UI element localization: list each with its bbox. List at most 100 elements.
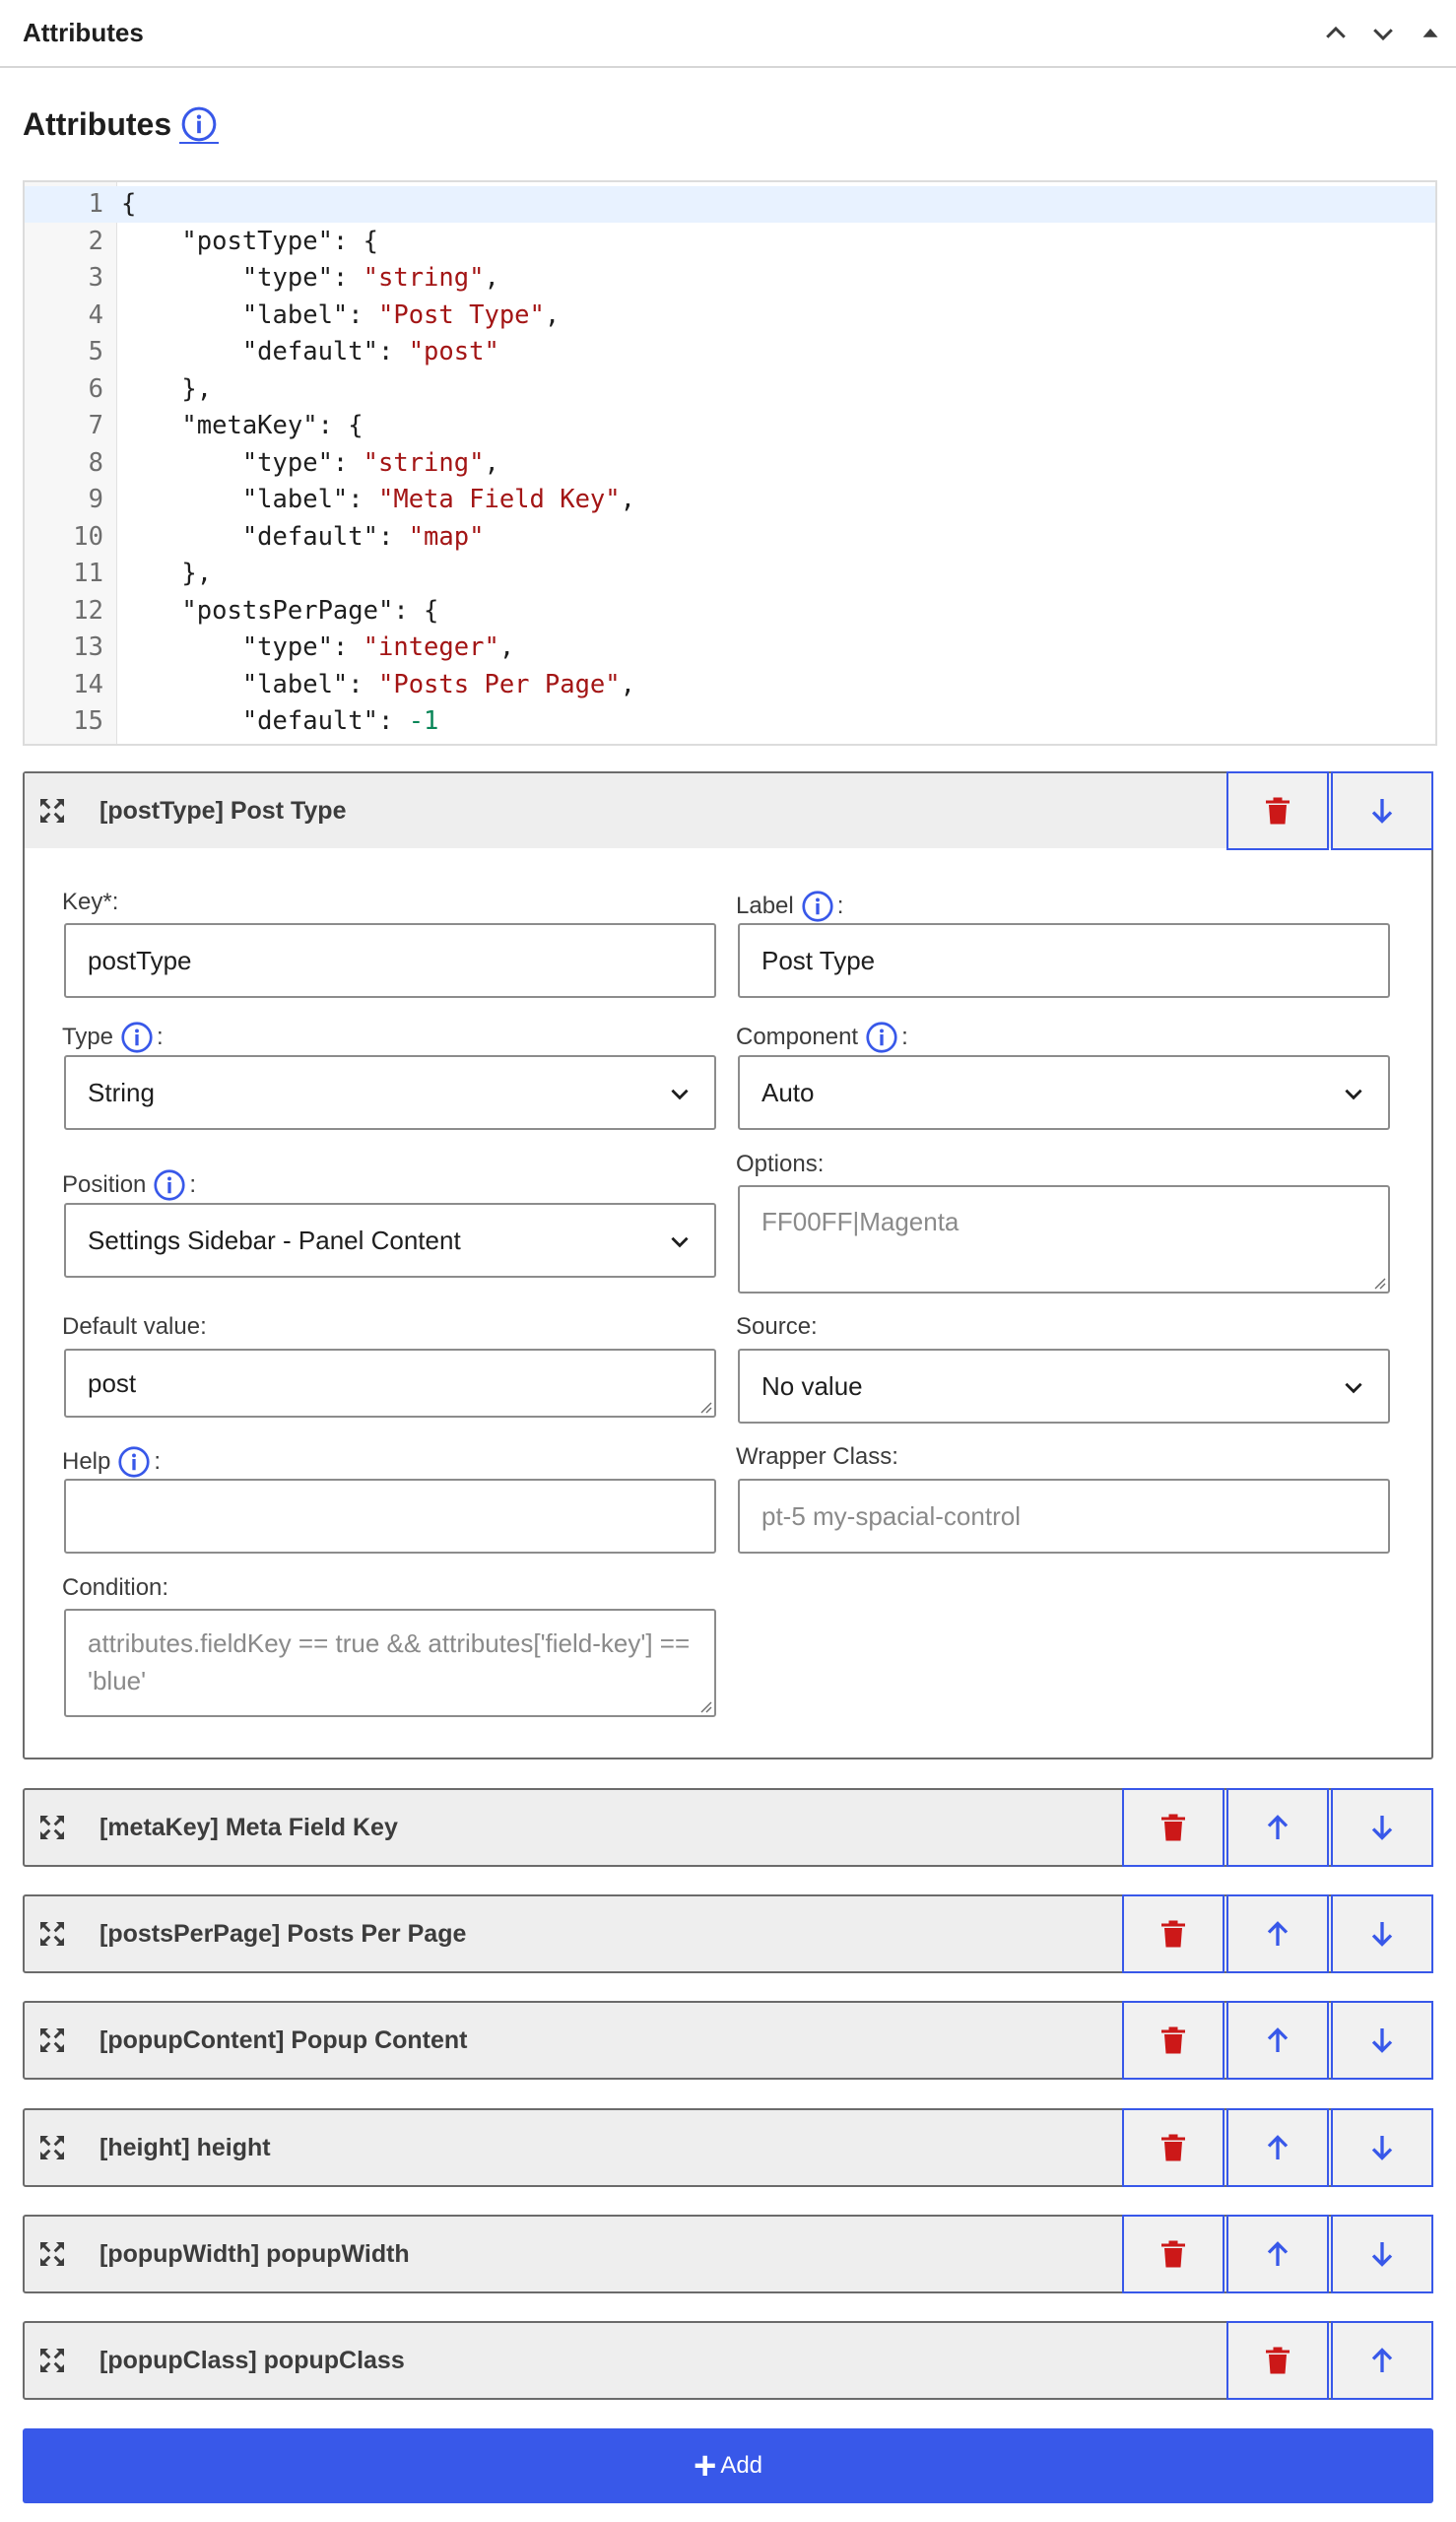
wrapper-class-input[interactable]: pt-5 my-spacial-control xyxy=(738,1479,1390,1554)
trash-icon xyxy=(1161,1920,1185,1948)
default-value-textarea[interactable]: post xyxy=(64,1349,716,1418)
arrow-down-icon xyxy=(1371,2136,1393,2160)
move-up-button[interactable] xyxy=(1226,2215,1329,2293)
key-label: Key*: xyxy=(62,889,119,915)
move-down-button[interactable] xyxy=(1331,2108,1433,2187)
key-input[interactable]: postType xyxy=(64,923,716,998)
label-input[interactable]: Post Type xyxy=(738,923,1390,998)
move-up-button[interactable] xyxy=(1226,2108,1329,2187)
resize-grip-icon[interactable] xyxy=(695,1695,712,1713)
trash-icon xyxy=(1266,797,1290,825)
trash-icon xyxy=(1161,1814,1185,1841)
chevron-down-icon xyxy=(671,1089,689,1100)
attribute-row[interactable]: [popupWidth] popupWidth xyxy=(23,2215,1433,2293)
code-text: "default": "map" xyxy=(121,521,485,552)
move-down-button[interactable] xyxy=(1331,771,1433,850)
line-number: 12 xyxy=(73,595,103,626)
arrow-up-icon xyxy=(1267,1921,1289,1946)
chevron-down-icon xyxy=(1373,29,1393,41)
attribute-row[interactable]: [popupContent] Popup Content xyxy=(23,2001,1433,2080)
line-number: 8 xyxy=(88,447,103,478)
code-line: 4 "label": "Post Type", xyxy=(25,298,1435,334)
drag-icon[interactable] xyxy=(36,2238,68,2270)
code-line: 12 "postsPerPage": { xyxy=(25,593,1435,630)
attribute-title: [popupClass] popupClass xyxy=(99,2347,405,2374)
attribute-panel-posttype: [postType] Post Type Key*: postType Labe… xyxy=(23,771,1433,1759)
code-line: 3 "type": "string", xyxy=(25,260,1435,297)
source-label: Source: xyxy=(736,1313,818,1340)
move-down-button[interactable] xyxy=(1331,2001,1433,2080)
drag-icon[interactable] xyxy=(36,1812,68,1843)
attribute-title: [postsPerPage] Posts Per Page xyxy=(99,1920,467,1948)
arrow-down-icon xyxy=(1371,1816,1393,1840)
add-button-label: Add xyxy=(720,2452,763,2479)
delete-button[interactable] xyxy=(1122,2108,1224,2187)
resize-grip-icon[interactable] xyxy=(695,1396,712,1414)
info-icon[interactable] xyxy=(864,1020,899,1055)
code-text: "metaKey": { xyxy=(121,411,364,440)
info-icon[interactable] xyxy=(179,104,220,144)
info-icon[interactable] xyxy=(116,1444,152,1480)
arrow-down-icon xyxy=(1371,799,1393,824)
move-up-button[interactable] xyxy=(1331,2321,1433,2400)
plus-icon: + xyxy=(693,2444,717,2488)
chevron-down-icon xyxy=(1345,1382,1362,1394)
code-text: "label": "Post Type", xyxy=(121,299,561,330)
code-text: "default": "post" xyxy=(121,337,499,366)
move-up-button[interactable] xyxy=(1318,16,1354,51)
info-icon[interactable] xyxy=(119,1020,155,1055)
attribute-row[interactable]: [popupClass] popupClass xyxy=(23,2321,1433,2400)
position-select[interactable]: Settings Sidebar - Panel Content xyxy=(64,1203,716,1278)
move-down-button[interactable] xyxy=(1331,1788,1433,1867)
toggle-panel-button[interactable] xyxy=(1413,16,1448,51)
attribute-title: [postType] Post Type xyxy=(99,797,347,825)
component-select[interactable]: Auto xyxy=(738,1055,1390,1130)
condition-label: Condition: xyxy=(62,1574,169,1601)
delete-button[interactable] xyxy=(1226,2321,1329,2400)
options-textarea[interactable]: FF00FF|Magenta xyxy=(738,1185,1390,1294)
delete-button[interactable] xyxy=(1122,2001,1224,2080)
add-attribute-button[interactable]: + Add xyxy=(23,2428,1433,2503)
delete-button[interactable] xyxy=(1226,771,1329,850)
type-select[interactable]: String xyxy=(64,1055,716,1130)
resize-grip-icon[interactable] xyxy=(1368,1272,1386,1290)
drag-icon[interactable] xyxy=(36,2024,68,2056)
source-select[interactable]: No value xyxy=(738,1349,1390,1424)
move-down-button[interactable] xyxy=(1365,16,1401,51)
attribute-row[interactable]: [height] height xyxy=(23,2108,1433,2187)
info-icon[interactable] xyxy=(800,889,835,924)
trash-icon xyxy=(1266,2347,1290,2374)
code-text: "type": "string", xyxy=(121,447,499,478)
code-text: { xyxy=(121,189,137,219)
delete-button[interactable] xyxy=(1122,2215,1224,2293)
chevron-down-icon xyxy=(1345,1089,1362,1100)
attribute-title: [height] height xyxy=(99,2134,271,2161)
code-text: "default": -1 xyxy=(121,706,439,736)
move-up-button[interactable] xyxy=(1226,1894,1329,1973)
drag-icon[interactable] xyxy=(36,1918,68,1950)
arrow-down-icon xyxy=(1371,2028,1393,2053)
delete-button[interactable] xyxy=(1122,1894,1224,1973)
attribute-row[interactable]: [postsPerPage] Posts Per Page xyxy=(23,1894,1433,1973)
drag-icon[interactable] xyxy=(36,2345,68,2376)
attribute-row[interactable]: [metaKey] Meta Field Key xyxy=(23,1788,1433,1867)
info-icon[interactable] xyxy=(152,1167,187,1203)
arrow-down-icon xyxy=(1371,1922,1393,1947)
help-input[interactable] xyxy=(64,1479,716,1554)
code-text: "label": "Posts Per Page", xyxy=(121,669,635,699)
code-text: "postType": { xyxy=(121,226,378,256)
arrow-up-icon xyxy=(1267,2027,1289,2052)
condition-textarea[interactable]: attributes.fieldKey == true && attribute… xyxy=(64,1609,716,1717)
code-line: 2 "postType": { xyxy=(25,224,1435,260)
move-up-button[interactable] xyxy=(1226,2001,1329,2080)
move-down-button[interactable] xyxy=(1331,1894,1433,1973)
drag-icon[interactable] xyxy=(36,2132,68,2163)
chevron-down-icon xyxy=(671,1236,689,1248)
drag-icon[interactable] xyxy=(36,795,68,827)
line-number: 13 xyxy=(73,632,103,662)
delete-button[interactable] xyxy=(1122,1788,1224,1867)
json-code-editor[interactable]: 1{2 "postType": {3 "type": "string", 4 "l… xyxy=(23,180,1437,746)
move-down-button[interactable] xyxy=(1331,2215,1433,2293)
move-up-button[interactable] xyxy=(1226,1788,1329,1867)
triangle-up-icon xyxy=(1423,29,1438,37)
